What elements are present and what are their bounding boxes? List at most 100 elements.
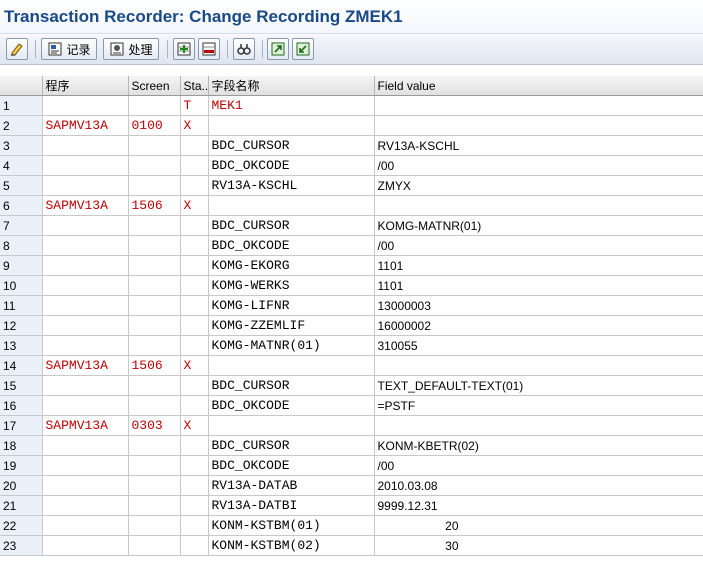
program-cell[interactable] [42, 235, 129, 256]
field-value-cell[interactable]: TEXT_DEFAULT-TEXT(01) [374, 375, 703, 396]
start-flag-cell[interactable] [180, 535, 209, 556]
start-flag-cell[interactable] [180, 295, 209, 316]
field-value-cell[interactable]: /00 [374, 155, 703, 176]
table-row[interactable]: 20 RV13A-DATAB 2010.03.08 [0, 475, 703, 496]
edit-button[interactable] [6, 38, 28, 60]
screen-cell[interactable] [128, 95, 181, 116]
field-name-cell[interactable]: BDC_CURSOR [208, 215, 375, 236]
start-flag-cell[interactable] [180, 275, 209, 296]
screen-cell[interactable] [128, 135, 181, 156]
field-name-cell[interactable]: KONM-KSTBM(01) [208, 515, 375, 536]
field-name-cell[interactable]: BDC_OKCODE [208, 155, 375, 176]
screen-cell[interactable]: 1506 [128, 195, 181, 216]
row-number[interactable]: 6 [0, 195, 43, 216]
field-name-cell[interactable]: KOMG-LIFNR [208, 295, 375, 316]
start-flag-cell[interactable]: T [180, 95, 209, 116]
screen-cell[interactable] [128, 395, 181, 416]
row-number[interactable]: 11 [0, 295, 43, 316]
table-row[interactable]: 13 KOMG-MATNR(01) 310055 [0, 335, 703, 356]
row-number[interactable]: 8 [0, 235, 43, 256]
start-flag-cell[interactable]: X [180, 355, 209, 376]
field-name-cell[interactable]: RV13A-DATBI [208, 495, 375, 516]
delete-row-button[interactable] [198, 38, 220, 60]
field-name-cell[interactable] [208, 415, 375, 436]
column-header-program[interactable]: 程序 [42, 76, 129, 96]
start-flag-cell[interactable] [180, 395, 209, 416]
start-flag-cell[interactable] [180, 335, 209, 356]
screen-cell[interactable]: 0303 [128, 415, 181, 436]
screen-cell[interactable] [128, 515, 181, 536]
field-value-cell[interactable]: 1101 [374, 255, 703, 276]
field-name-cell[interactable]: KOMG-ZZEMLIF [208, 315, 375, 336]
table-row[interactable]: 22 KONM-KSTBM(01) 20 [0, 515, 703, 536]
field-name-cell[interactable]: BDC_CURSOR [208, 375, 375, 396]
table-row[interactable]: 17 SAPMV13A 0303 X [0, 415, 703, 436]
field-value-cell[interactable]: KONM-KBETR(02) [374, 435, 703, 456]
row-number[interactable]: 16 [0, 395, 43, 416]
row-number[interactable]: 3 [0, 135, 43, 156]
start-flag-cell[interactable] [180, 255, 209, 276]
row-number[interactable]: 9 [0, 255, 43, 276]
field-name-cell[interactable] [208, 355, 375, 376]
start-flag-cell[interactable]: X [180, 115, 209, 136]
screen-cell[interactable] [128, 375, 181, 396]
program-cell[interactable] [42, 135, 129, 156]
column-header-start[interactable]: Sta... [180, 76, 209, 96]
row-number[interactable]: 20 [0, 475, 43, 496]
screen-cell[interactable] [128, 295, 181, 316]
field-value-cell[interactable]: 2010.03.08 [374, 475, 703, 496]
screen-cell[interactable] [128, 315, 181, 336]
screen-cell[interactable] [128, 475, 181, 496]
start-flag-cell[interactable] [180, 315, 209, 336]
row-number[interactable]: 23 [0, 535, 43, 556]
screen-cell[interactable]: 1506 [128, 355, 181, 376]
table-row[interactable]: 8 BDC_OKCODE/00 [0, 235, 703, 256]
start-flag-cell[interactable] [180, 175, 209, 196]
table-row[interactable]: 5 RV13A-KSCHL ZMYX [0, 175, 703, 196]
row-number[interactable]: 17 [0, 415, 43, 436]
program-cell[interactable] [42, 495, 129, 516]
field-value-cell[interactable]: 30 [374, 535, 703, 556]
field-name-cell[interactable]: BDC_CURSOR [208, 135, 375, 156]
field-value-cell[interactable]: /00 [374, 455, 703, 476]
field-name-cell[interactable]: KOMG-WERKS [208, 275, 375, 296]
row-number[interactable]: 1 [0, 95, 43, 116]
field-name-cell[interactable]: RV13A-KSCHL [208, 175, 375, 196]
program-cell[interactable] [42, 375, 129, 396]
program-cell[interactable] [42, 535, 129, 556]
program-cell[interactable] [42, 275, 129, 296]
table-row[interactable]: 10 KOMG-WERKS 1101 [0, 275, 703, 296]
field-name-cell[interactable]: BDC_OKCODE [208, 235, 375, 256]
table-row[interactable]: 6 SAPMV13A 1506 X [0, 195, 703, 216]
start-flag-cell[interactable] [180, 215, 209, 236]
field-value-cell[interactable]: KOMG-MATNR(01) [374, 215, 703, 236]
process-button[interactable]: 处理 [103, 38, 159, 60]
program-cell[interactable] [42, 295, 129, 316]
table-row[interactable]: 9 KOMG-EKORG 1101 [0, 255, 703, 276]
column-header-row-number[interactable] [0, 76, 43, 96]
program-cell[interactable] [42, 395, 129, 416]
screen-cell[interactable] [128, 275, 181, 296]
field-name-cell[interactable] [208, 195, 375, 216]
row-number[interactable]: 19 [0, 455, 43, 476]
row-number[interactable]: 7 [0, 215, 43, 236]
screen-cell[interactable] [128, 255, 181, 276]
row-number[interactable]: 4 [0, 155, 43, 176]
program-cell[interactable] [42, 455, 129, 476]
screen-cell[interactable] [128, 495, 181, 516]
column-header-field-name[interactable]: 字段名称 [208, 76, 375, 96]
start-flag-cell[interactable]: X [180, 195, 209, 216]
field-value-cell[interactable] [374, 95, 703, 116]
start-flag-cell[interactable] [180, 475, 209, 496]
row-number[interactable]: 18 [0, 435, 43, 456]
program-cell[interactable] [42, 95, 129, 116]
table-row[interactable]: 23 KONM-KSTBM(02) 30 [0, 535, 703, 556]
field-value-cell[interactable]: ZMYX [374, 175, 703, 196]
field-value-cell[interactable]: 310055 [374, 335, 703, 356]
row-number[interactable]: 15 [0, 375, 43, 396]
start-flag-cell[interactable] [180, 375, 209, 396]
table-row[interactable]: 19 BDC_OKCODE/00 [0, 455, 703, 476]
import-button[interactable] [292, 38, 314, 60]
screen-cell[interactable] [128, 455, 181, 476]
field-name-cell[interactable]: BDC_CURSOR [208, 435, 375, 456]
